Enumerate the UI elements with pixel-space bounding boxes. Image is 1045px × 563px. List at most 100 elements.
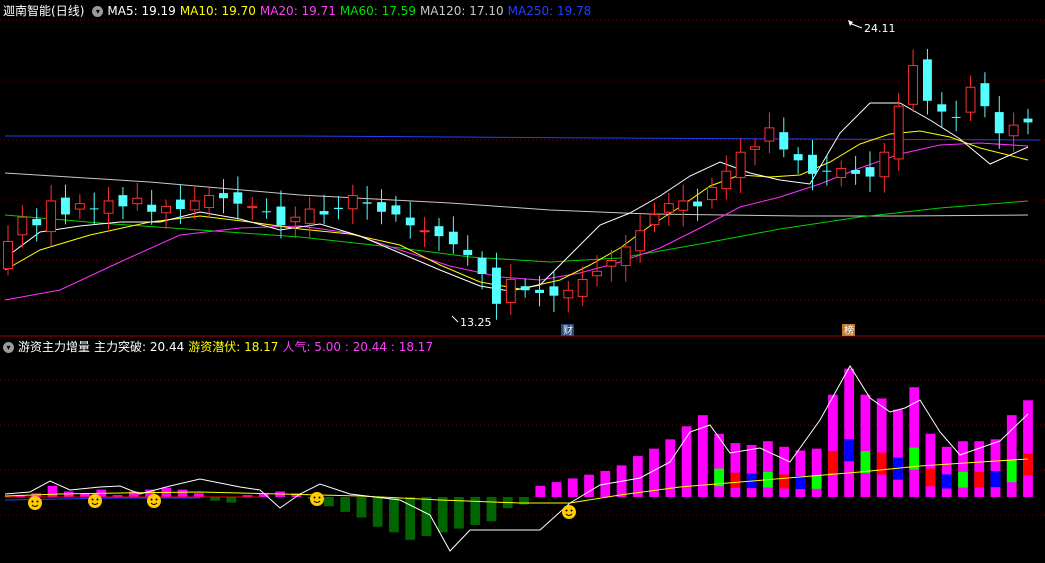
candle-body xyxy=(764,127,775,142)
indicator-bar xyxy=(893,409,903,497)
candle-body xyxy=(851,170,861,174)
indicator-bar xyxy=(941,446,952,497)
candle-body xyxy=(951,116,961,118)
ma-lines xyxy=(4,102,1041,301)
indicator-bar xyxy=(454,497,464,529)
indicator-bar xyxy=(909,387,920,497)
indicator-bar xyxy=(128,491,139,497)
ma60-line xyxy=(4,200,1029,263)
candle-body xyxy=(735,151,746,179)
candle-body xyxy=(448,231,458,245)
bang-label: 榜 xyxy=(844,324,854,337)
candle-body xyxy=(189,200,200,211)
candle-body xyxy=(304,208,315,224)
indicator-bar-segment xyxy=(990,471,1001,488)
candle-body xyxy=(477,258,487,275)
candle-body xyxy=(290,216,301,223)
indicator-bar-segment xyxy=(828,450,838,473)
indicator-bar xyxy=(389,497,399,533)
low-price-label: 13.25 xyxy=(460,316,492,329)
indicator-bar xyxy=(811,448,822,497)
candle-body xyxy=(908,65,919,105)
candlesticks xyxy=(3,48,1033,320)
candle-body xyxy=(89,208,99,210)
indicator-bar-segment xyxy=(941,474,952,489)
candle-body xyxy=(549,286,559,296)
candle-body xyxy=(663,203,674,213)
high-marker: 24.11 xyxy=(848,20,896,35)
indicator-bars xyxy=(15,368,1033,540)
ma10-line xyxy=(4,130,1029,290)
candle-body xyxy=(922,59,932,101)
indicator-bar-segment xyxy=(860,450,871,473)
candle-body xyxy=(865,167,875,177)
chart-canvas: 24.11 13.25 财 榜 xyxy=(0,19,1045,552)
candle-body xyxy=(649,213,660,226)
cai-label: 财 xyxy=(563,324,573,337)
smiley-icon xyxy=(88,494,102,508)
candle-body xyxy=(535,289,545,293)
event-marker-bang[interactable]: 榜 xyxy=(842,324,855,337)
indicator-bar xyxy=(226,497,237,503)
smiley-icon xyxy=(28,496,42,510)
indicator-bar-segment xyxy=(925,468,936,487)
indicator-bar xyxy=(177,489,188,497)
indicator-bar xyxy=(958,441,968,497)
indicator-bar-segment xyxy=(779,474,790,489)
candle-body xyxy=(879,151,890,178)
candle-body xyxy=(520,286,530,291)
candle-body xyxy=(706,186,717,201)
indicator-bar xyxy=(632,456,643,497)
event-marker-cai[interactable]: 财 xyxy=(561,324,574,337)
candle-body xyxy=(118,195,128,207)
ma120-line xyxy=(4,172,1029,217)
candle-body xyxy=(319,211,329,215)
indicator-bar xyxy=(876,398,887,497)
indicator-bar xyxy=(860,394,871,497)
candle-body xyxy=(419,230,430,233)
indicator-bar xyxy=(486,497,497,522)
candle-body xyxy=(635,230,646,252)
candle-body xyxy=(463,249,473,256)
indicator-bar xyxy=(535,485,546,497)
candle-body xyxy=(103,200,114,214)
indicator-bar-segment xyxy=(844,439,855,462)
indicator-bar-segment xyxy=(795,476,806,490)
candle-body xyxy=(606,260,617,267)
candle-body xyxy=(74,203,85,210)
indicator-bar xyxy=(567,478,578,497)
candle-body xyxy=(836,167,847,178)
white-line xyxy=(4,365,1029,552)
indicator-bar xyxy=(210,497,220,501)
indicator-bar xyxy=(828,394,838,497)
indicator-lines xyxy=(4,365,1029,552)
candle-body xyxy=(779,132,789,150)
candle-body xyxy=(994,112,1004,134)
indicator-bar-segment xyxy=(811,475,822,489)
ma5-line xyxy=(4,102,1029,292)
indicator-bar xyxy=(421,497,432,537)
candle-body xyxy=(793,154,803,161)
smiley-icon xyxy=(147,494,161,508)
candle-body xyxy=(32,218,42,226)
smiley-icon xyxy=(562,505,576,519)
candle-body xyxy=(750,146,760,150)
indicator-bar xyxy=(990,439,1001,497)
indicator-bar xyxy=(1023,400,1033,497)
candle-body xyxy=(505,278,516,304)
candle-body xyxy=(333,207,343,210)
candle-body xyxy=(391,205,401,215)
candle-body xyxy=(405,217,415,226)
candle-body xyxy=(822,170,832,172)
indicator-bar xyxy=(746,444,757,497)
candle-body xyxy=(980,83,990,107)
candle-body xyxy=(491,267,501,304)
candle-body xyxy=(276,206,286,226)
candle-body xyxy=(563,289,574,299)
indicator-bar-segment xyxy=(974,471,985,488)
indicator-bar xyxy=(193,493,204,497)
indicator-bar xyxy=(437,497,448,533)
indicator-bar-segment xyxy=(1006,460,1017,483)
candle-body xyxy=(577,278,588,297)
candle-body xyxy=(247,205,258,209)
